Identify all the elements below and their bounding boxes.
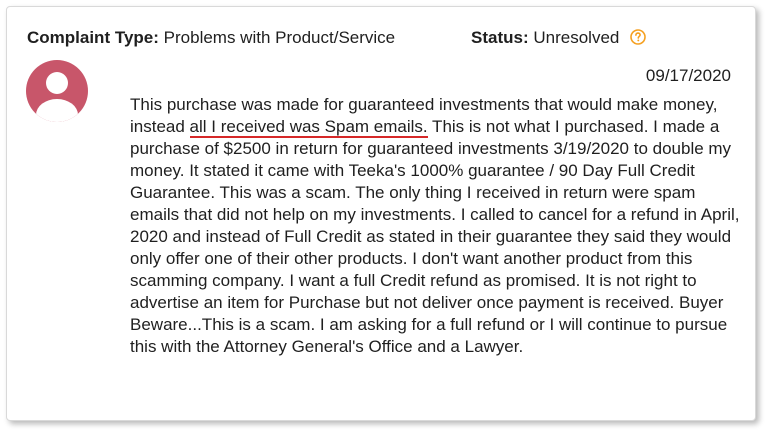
status-label: Status:	[471, 28, 529, 47]
question-circle-icon[interactable]	[630, 28, 646, 45]
complaint-text: This purchase was made for guaranteed in…	[130, 94, 745, 358]
user-avatar-icon	[26, 60, 88, 122]
complaint-type-value: Problems with Product/Service	[163, 28, 396, 47]
complaint-text-end: This is not what I purchased. I made a p…	[130, 117, 740, 356]
complaint-date: 09/17/2020	[645, 66, 731, 85]
complaint-meta-row: Complaint Type: Problems with Product/Se…	[27, 26, 747, 50]
complaint-card: Complaint Type: Problems with Product/Se…	[6, 6, 756, 421]
complaint-type: Complaint Type: Problems with Product/Se…	[27, 26, 395, 50]
complaint-type-label: Complaint Type:	[27, 28, 159, 47]
complaint-text-highlight: all I received was Spam emails.	[189, 117, 428, 138]
complaint-status: Status: Unresolved	[471, 26, 646, 50]
status-value: Unresolved	[533, 28, 620, 47]
